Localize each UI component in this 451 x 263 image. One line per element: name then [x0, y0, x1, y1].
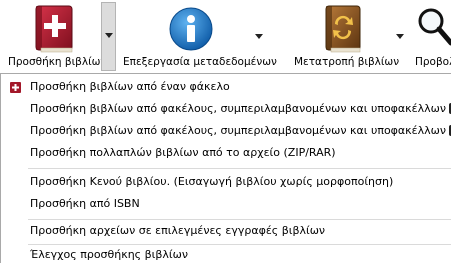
- menu-item-add-from-folder[interactable]: Προσθήκη βιβλίων από έναν φάκελο: [1, 76, 451, 98]
- menu-item-add-from-folders-recursive-1[interactable]: Προσθήκη βιβλίων από φακέλους, συμπεριλα…: [1, 98, 451, 120]
- edit-metadata-dropdown-icon[interactable]: [255, 34, 263, 39]
- menu-separator: [28, 168, 451, 169]
- add-books-menu: Προσθήκη βιβλίων από έναν φάκελο Προσθήκ…: [0, 73, 451, 263]
- menu-item-add-files-to-records[interactable]: Προσθήκη αρχείων σε επιλεγμένες εγγραφές…: [1, 220, 451, 242]
- menu-item-label: Προσθήκη αρχείων σε επιλεγμένες εγγραφές…: [30, 224, 326, 237]
- menu-item-label: Προσθήκη Κενού βιβλίου. (Εισαγωγή βιβλίο…: [30, 175, 394, 188]
- menu-item-label: Έλεγχος προσθήκης βιβλίων: [30, 248, 188, 261]
- add-books-dropdown-button[interactable]: [101, 2, 116, 71]
- convert-books-button[interactable]: Μετατροπή βιβλίων: [290, 0, 402, 74]
- menu-item-label: Προσθήκη βιβλίων από φακέλους, συμπεριλα…: [30, 102, 451, 115]
- edit-metadata-button[interactable]: Επεξεργασία μεταδεδομένων: [120, 0, 277, 74]
- add-book-icon: [35, 5, 73, 53]
- chevron-down-icon: [105, 33, 113, 38]
- menu-item-add-books-control[interactable]: Έλεγχος προσθήκης βιβλίων: [1, 244, 451, 263]
- menu-item-label: Προσθήκη από ISBN: [30, 197, 140, 210]
- add-books-button[interactable]: Προσθήκη βιβλίων: [0, 0, 106, 74]
- view-label: Προβολ: [415, 56, 451, 68]
- menu-item-add-empty-book[interactable]: Προσθήκη Κενού βιβλίου. (Εισαγωγή βιβλίο…: [1, 171, 451, 193]
- menu-item-add-from-isbn[interactable]: Προσθήκη από ISBN: [1, 193, 451, 215]
- edit-metadata-label: Επεξεργασία μεταδεδομένων: [123, 56, 277, 68]
- menu-item-label: Προσθήκη πολλαπλών βιβλίων από το αρχείο…: [30, 146, 336, 159]
- add-books-label: Προσθήκη βιβλίων: [8, 56, 107, 68]
- menu-item-add-from-archive[interactable]: Προσθήκη πολλαπλών βιβλίων από το αρχείο…: [1, 142, 451, 164]
- convert-books-dropdown-icon[interactable]: [396, 34, 404, 39]
- menu-item-label: Προσθήκη βιβλίων από έναν φάκελο: [30, 80, 230, 93]
- view-button[interactable]: Προβολ: [412, 0, 451, 74]
- menu-item-add-from-folders-recursive-2[interactable]: Προσθήκη βιβλίων από φακέλους, συμπεριλα…: [1, 120, 451, 142]
- convert-book-icon: [325, 5, 361, 53]
- toolbar: Προσθήκη βιβλίων Επεξεργασία μεταδεδομέν…: [0, 0, 451, 74]
- menu-item-label: Προσθήκη βιβλίων από φακέλους, συμπεριλα…: [30, 124, 451, 137]
- magnifier-icon: [418, 8, 451, 46]
- add-book-small-icon: [10, 82, 21, 93]
- convert-books-label: Μετατροπή βιβλίων: [294, 56, 400, 68]
- info-icon: [169, 7, 213, 51]
